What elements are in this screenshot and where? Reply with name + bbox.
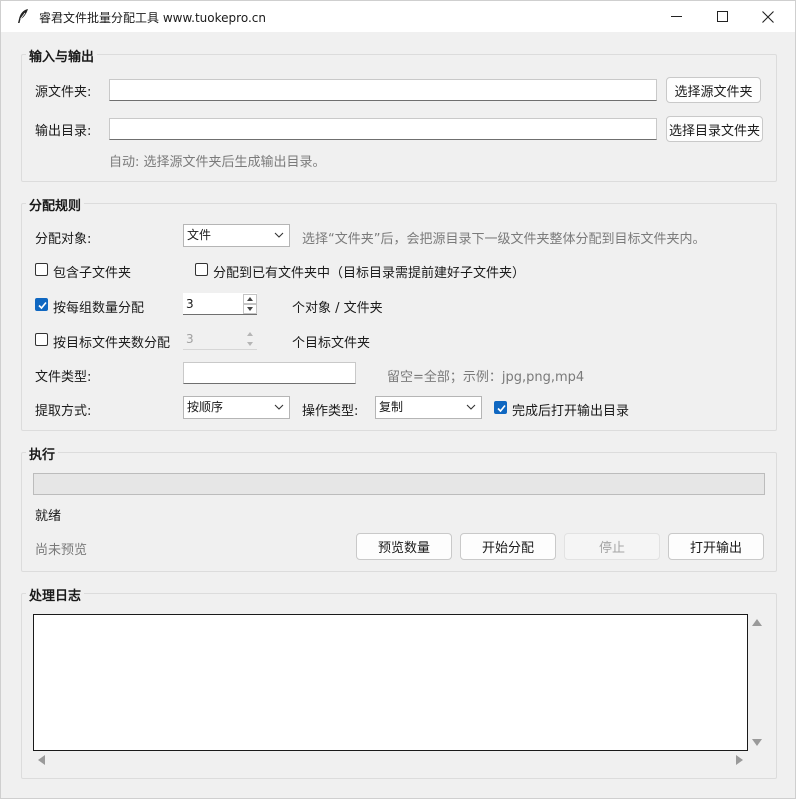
exec-group-title: 执行: [26, 444, 59, 463]
extract-select[interactable]: 按顺序: [183, 396, 290, 419]
close-button[interactable]: [745, 1, 791, 32]
check-icon: [497, 404, 506, 413]
chevron-down-icon: [274, 232, 284, 238]
scroll-left-icon[interactable]: [37, 755, 45, 765]
window-title: 睿君文件批量分配工具 www.tuokepro.cn: [39, 11, 266, 25]
progress-bar: [33, 473, 765, 495]
by-target-label[interactable]: 按目标文件夹数分配: [53, 332, 170, 351]
target-hint: 选择“文件夹”后，会把源目录下一级文件夹整体分配到目标文件夹内。: [302, 232, 706, 247]
preview-status-text: 尚未预览: [35, 543, 88, 558]
target-label: 分配对象:: [35, 232, 92, 247]
existing-folder-checkbox[interactable]: [195, 263, 208, 276]
preview-button[interactable]: 预览数量: [356, 533, 452, 560]
scroll-up-icon[interactable]: [752, 618, 762, 626]
source-label: 源文件夹:: [35, 85, 92, 100]
log-horizontal-scrollbar[interactable]: [33, 753, 748, 767]
by-target-spinbox[interactable]: 3: [183, 328, 257, 350]
auto-output-hint: 自动: 选择源文件夹后生成输出目录。: [109, 155, 326, 170]
op-label: 操作类型:: [302, 404, 359, 419]
start-button[interactable]: 开始分配: [460, 533, 556, 560]
file-type-label: 文件类型:: [35, 370, 92, 385]
rules-group-title: 分配规则: [26, 195, 85, 214]
stop-button[interactable]: 停止: [564, 533, 660, 560]
extract-label: 提取方式:: [35, 404, 92, 419]
spin-down-button[interactable]: [243, 339, 257, 349]
status-text: 就绪: [35, 509, 62, 524]
minimize-icon: [670, 16, 682, 17]
maximize-button[interactable]: [699, 1, 745, 32]
log-textarea[interactable]: [33, 614, 748, 751]
scroll-right-icon[interactable]: [736, 755, 744, 765]
check-icon: [38, 301, 47, 310]
spin-up-button[interactable]: [243, 329, 257, 339]
file-type-input[interactable]: [183, 362, 356, 384]
target-select[interactable]: 文件: [183, 224, 290, 247]
per-group-spinbox[interactable]: 3: [183, 293, 257, 315]
by-target-checkbox[interactable]: [35, 333, 48, 346]
feather-icon: [15, 8, 31, 24]
scroll-down-icon[interactable]: [752, 739, 762, 747]
chevron-down-icon: [274, 404, 284, 410]
spin-down-button[interactable]: [243, 304, 257, 314]
log-group-title: 处理日志: [26, 585, 85, 604]
log-vertical-scrollbar[interactable]: [750, 614, 764, 751]
caret-up-icon: [247, 297, 253, 301]
app-window: 睿君文件批量分配工具 www.tuokepro.cn 输入与输出 源文件夹: 选…: [0, 0, 796, 799]
include-sub-label[interactable]: 包含子文件夹: [53, 262, 131, 281]
source-input[interactable]: [109, 79, 657, 101]
open-after-checkbox[interactable]: [494, 401, 507, 414]
open-output-button[interactable]: 打开输出: [668, 533, 764, 560]
maximize-icon: [716, 11, 728, 22]
include-sub-checkbox[interactable]: [35, 263, 48, 276]
open-after-label[interactable]: 完成后打开输出目录: [512, 400, 629, 419]
output-input[interactable]: [109, 118, 657, 140]
choose-output-button[interactable]: 选择目录文件夹: [666, 116, 763, 142]
op-select[interactable]: 复制: [375, 396, 482, 419]
per-group-unit: 个对象 / 文件夹: [292, 301, 383, 316]
by-target-unit: 个目标文件夹: [292, 336, 371, 351]
per-group-checkbox[interactable]: [35, 298, 48, 311]
choose-source-button[interactable]: 选择源文件夹: [666, 77, 761, 103]
file-type-hint: 留空=全部；示例：jpg,png,mp4: [387, 370, 585, 385]
output-label: 输出目录:: [35, 124, 92, 139]
chevron-down-icon: [466, 404, 476, 410]
caret-down-icon: [247, 307, 253, 311]
existing-folder-label[interactable]: 分配到已有文件夹中（目标目录需提前建好子文件夹）: [213, 262, 525, 281]
caret-up-icon: [247, 332, 253, 336]
close-icon: [762, 10, 774, 23]
title-bar[interactable]: 睿君文件批量分配工具 www.tuokepro.cn: [1, 1, 795, 32]
per-group-label[interactable]: 按每组数量分配: [53, 297, 144, 316]
minimize-button[interactable]: [653, 1, 699, 32]
spin-up-button[interactable]: [243, 294, 257, 304]
caret-down-icon: [247, 342, 253, 346]
io-group-title: 输入与输出: [26, 46, 98, 65]
